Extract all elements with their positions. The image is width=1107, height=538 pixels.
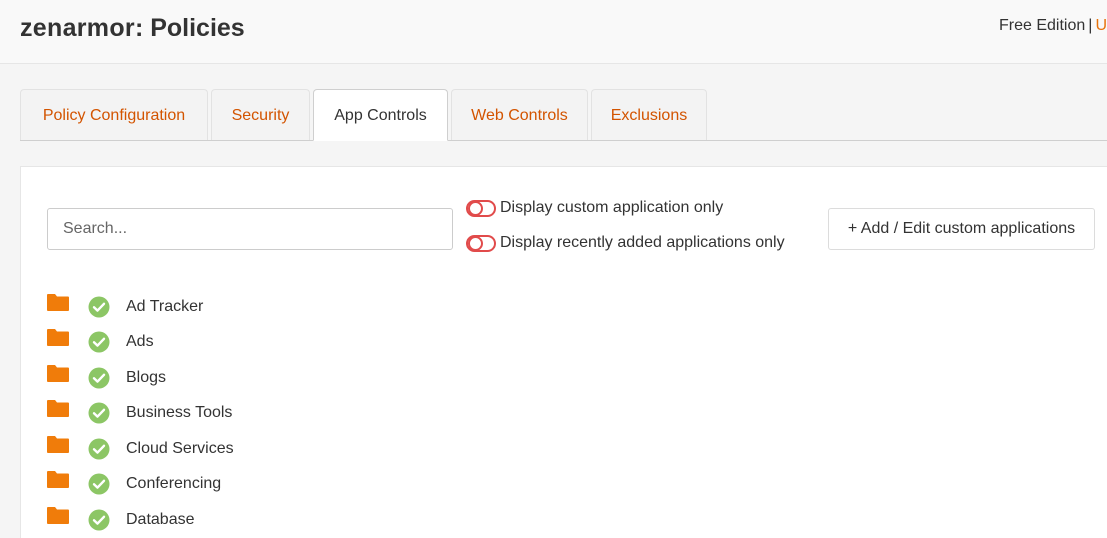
list-item[interactable]: Conferencing bbox=[46, 467, 234, 503]
tab-exclusions[interactable]: Exclusions bbox=[591, 89, 707, 140]
recent-only-toggle[interactable] bbox=[466, 234, 496, 252]
custom-only-label: Display custom application only bbox=[500, 199, 724, 216]
folder-icon[interactable] bbox=[46, 506, 70, 526]
edition-label: Free Edition bbox=[999, 17, 1086, 34]
upgrade-link[interactable]: U bbox=[1095, 17, 1107, 34]
list-item[interactable]: Ads bbox=[46, 325, 234, 361]
folder-icon[interactable] bbox=[46, 364, 70, 384]
folder-icon[interactable] bbox=[46, 293, 70, 313]
app-controls-panel: Display custom application only Display … bbox=[20, 166, 1107, 538]
folder-icon[interactable] bbox=[46, 399, 70, 419]
folder-icon[interactable] bbox=[46, 435, 70, 455]
check-circle-icon[interactable] bbox=[88, 296, 110, 318]
check-circle-icon[interactable] bbox=[88, 402, 110, 424]
edition-separator: | bbox=[1088, 17, 1093, 34]
tab-security[interactable]: Security bbox=[211, 89, 310, 140]
category-label: Blogs bbox=[126, 368, 167, 386]
tab-app-controls[interactable]: App Controls bbox=[313, 89, 448, 141]
tab-policy-configuration[interactable]: Policy Configuration bbox=[20, 89, 208, 140]
category-label: Business Tools bbox=[126, 404, 233, 422]
check-circle-icon[interactable] bbox=[88, 473, 110, 495]
list-item[interactable]: Database bbox=[46, 502, 234, 538]
check-circle-icon[interactable] bbox=[88, 367, 110, 389]
page-title: zenarmor: Policies bbox=[20, 14, 245, 43]
check-circle-icon[interactable] bbox=[88, 438, 110, 460]
recent-only-label: Display recently added applications only bbox=[500, 234, 785, 251]
brand-logo-text: zenarmor bbox=[20, 14, 135, 42]
category-tree: Ad Tracker Ads Blogs Business Tools Clou… bbox=[46, 289, 234, 538]
check-circle-icon[interactable] bbox=[88, 509, 110, 531]
category-label: Cloud Services bbox=[126, 439, 234, 457]
category-label: Database bbox=[126, 510, 195, 528]
page-title-text: : Policies bbox=[134, 14, 245, 42]
custom-only-toggle-row[interactable]: Display custom application only bbox=[466, 196, 723, 220]
tab-web-controls[interactable]: Web Controls bbox=[451, 89, 588, 140]
folder-icon[interactable] bbox=[46, 470, 70, 490]
list-item[interactable]: Business Tools bbox=[46, 396, 234, 432]
check-circle-icon[interactable] bbox=[88, 331, 110, 353]
category-label: Conferencing bbox=[126, 475, 222, 493]
recent-only-toggle-row[interactable]: Display recently added applications only bbox=[466, 231, 785, 255]
custom-only-toggle[interactable] bbox=[466, 199, 496, 217]
list-item[interactable]: Blogs bbox=[46, 360, 234, 396]
edition-info: Free Edition | U bbox=[999, 17, 1107, 35]
add-edit-custom-apps-button[interactable]: + Add / Edit custom applications bbox=[828, 208, 1095, 250]
top-bar: zenarmor: Policies Free Edition | U bbox=[0, 0, 1107, 64]
toggle-knob bbox=[468, 235, 483, 251]
category-label: Ads bbox=[126, 333, 154, 351]
policy-tabs: Policy Configuration Security App Contro… bbox=[20, 89, 1107, 141]
search-input[interactable] bbox=[47, 208, 453, 250]
list-item[interactable]: Ad Tracker bbox=[46, 289, 234, 325]
list-item[interactable]: Cloud Services bbox=[46, 431, 234, 467]
category-label: Ad Tracker bbox=[126, 297, 204, 315]
toggle-knob bbox=[468, 200, 483, 216]
folder-icon[interactable] bbox=[46, 328, 70, 348]
